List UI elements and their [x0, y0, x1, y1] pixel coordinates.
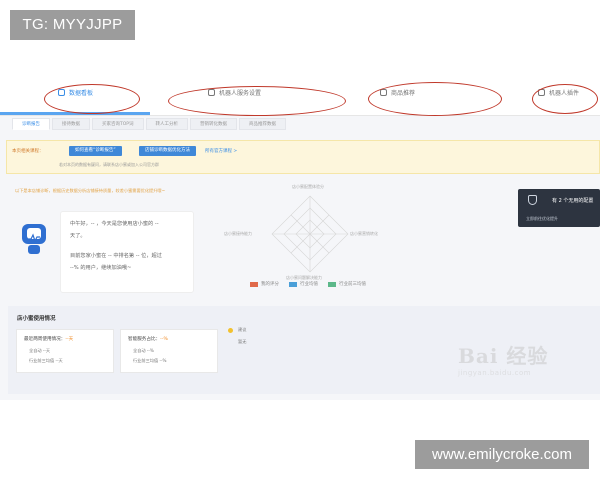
annotation-ellipse — [532, 84, 598, 114]
ranking-line: --% 的用户，继续加油哦~ — [70, 265, 132, 271]
suggestion-value: 暂无 — [238, 339, 247, 344]
app-screenshot: 数据看板 机器人服务设置 商品推荐 机器人插件 诊断报告 接待数据 买家咨询TO… — [0, 78, 600, 400]
card-value: --天 — [65, 337, 74, 342]
ranking-line: 目前您家小蜜在 -- 中排名第 -- 位，超过 — [70, 253, 162, 259]
greeting-line: 天了。 — [70, 233, 86, 239]
radar-chart: 店小蜜配置体验分 店小蜜接待能力 店小蜜营销转化 店小蜜问题解决能力 — [210, 176, 410, 294]
radar-label-right: 店小蜜营销转化 — [350, 231, 378, 236]
greeting-bubble: 中午好，-- ，今天是您使用店小蜜的 -- 天了。 目前您家小蜜在 -- 中排名… — [60, 211, 194, 293]
baidu-url: jingyan.baidu.com — [458, 369, 532, 377]
optimize-method-button[interactable]: 店铺诊断数据优化方法 — [139, 146, 196, 156]
sub-tabs: 诊断报告 接待数据 买家咨询TOP词 转人工分析 营销转化数据 商品推荐数据 — [12, 118, 287, 130]
smart-service-card: 智能服务占比：--% 全自动 --% 行业前三均值 --% — [120, 329, 218, 373]
baidu-watermark: Bai 经验 jingyan.baidu.com — [458, 340, 578, 380]
diagnosis-hint: 以下是本店铺诊断，根据历史数据分析店铺接待质量，较差小蜜需要优化提升哦~ — [15, 188, 166, 193]
subtab-recommend[interactable]: 商品推荐数据 — [239, 118, 287, 130]
radar-label-top: 店小蜜配置体验分 — [292, 184, 324, 189]
shield-icon — [528, 195, 537, 205]
how-to-view-button[interactable]: 如何查看“诊断报告” — [69, 146, 122, 156]
card-row: 行业前三均值 --% — [133, 358, 167, 363]
subtab-transfer[interactable]: 转人工分析 — [145, 118, 189, 130]
suggestion-label: 建议 — [238, 327, 247, 332]
greeting-line: 中午好，-- ，今天是您使用店小蜜的 -- — [70, 221, 159, 227]
legend-item: 我的评分 — [250, 281, 279, 287]
usage-days-card: 最近两周使用情况：--天 全自动 --天 行业前三均值 --天 — [16, 329, 114, 373]
config-warning-tooltip[interactable]: 有 2 个无用的配置 立即前往优化提升 — [518, 189, 600, 227]
card-row: 全自动 --% — [133, 348, 154, 353]
legend-item: 行业均值 — [289, 281, 318, 287]
section-title: 店小蜜使用情况 — [17, 316, 56, 322]
subtab-conversion[interactable]: 营销转化数据 — [190, 118, 238, 130]
notice-subtext: 若对本页的数据有疑问，请联系店小蜜或加入公司官方群 — [59, 162, 159, 167]
tooltip-title: 有 2 个无用的配置 — [552, 198, 594, 204]
subtab-reception[interactable]: 接待数据 — [52, 118, 90, 130]
annotation-ellipse — [168, 86, 346, 116]
subtab-top-words[interactable]: 买家咨询TOP词 — [92, 118, 144, 130]
all-courses-link[interactable]: 所有官方课程 > — [205, 148, 237, 154]
baidu-logo: Bai 经验 — [458, 344, 549, 368]
optimize-link[interactable]: 立即前往优化提升 — [526, 216, 558, 222]
card-title: 智能服务占比： — [128, 337, 161, 342]
radar-legend: 我的评分 行业均值 行业前三均值 — [250, 281, 366, 287]
suggestion-badge — [228, 328, 233, 333]
annotation-ellipse — [368, 82, 502, 116]
subtab-diagnosis[interactable]: 诊断报告 — [12, 118, 50, 130]
course-notice: 本页相关课程： 如何查看“诊断报告” 店铺诊断数据优化方法 所有官方课程 > 若… — [6, 140, 600, 174]
radar-label-left: 店小蜜接待能力 — [224, 231, 252, 236]
card-title: 最近两周使用情况： — [24, 337, 66, 342]
card-row: 行业前三均值 --天 — [29, 358, 63, 363]
annotation-ellipse — [44, 84, 140, 114]
card-row: 全自动 --天 — [29, 348, 51, 353]
legend-item: 行业前三均值 — [328, 281, 366, 287]
notice-label: 本页相关课程： — [12, 149, 44, 154]
card-value: --% — [160, 337, 168, 342]
robot-avatar — [20, 220, 48, 256]
watermark-top: TG: MYYJJPP — [10, 10, 135, 40]
watermark-bottom: www.emilycroke.com — [415, 440, 589, 469]
